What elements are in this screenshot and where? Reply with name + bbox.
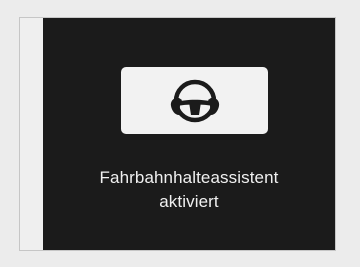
- status-message: Fahrbahnhalteassistent aktiviert: [43, 166, 335, 214]
- instrument-display: Fahrbahnhalteassistent aktiviert: [43, 18, 335, 250]
- lkas-icon-card: [121, 67, 268, 134]
- lane-keeping-assist-steering-wheel-icon: [170, 79, 220, 123]
- status-message-line1: Fahrbahnhalteassistent: [99, 168, 279, 187]
- status-message-line2: aktiviert: [159, 192, 219, 211]
